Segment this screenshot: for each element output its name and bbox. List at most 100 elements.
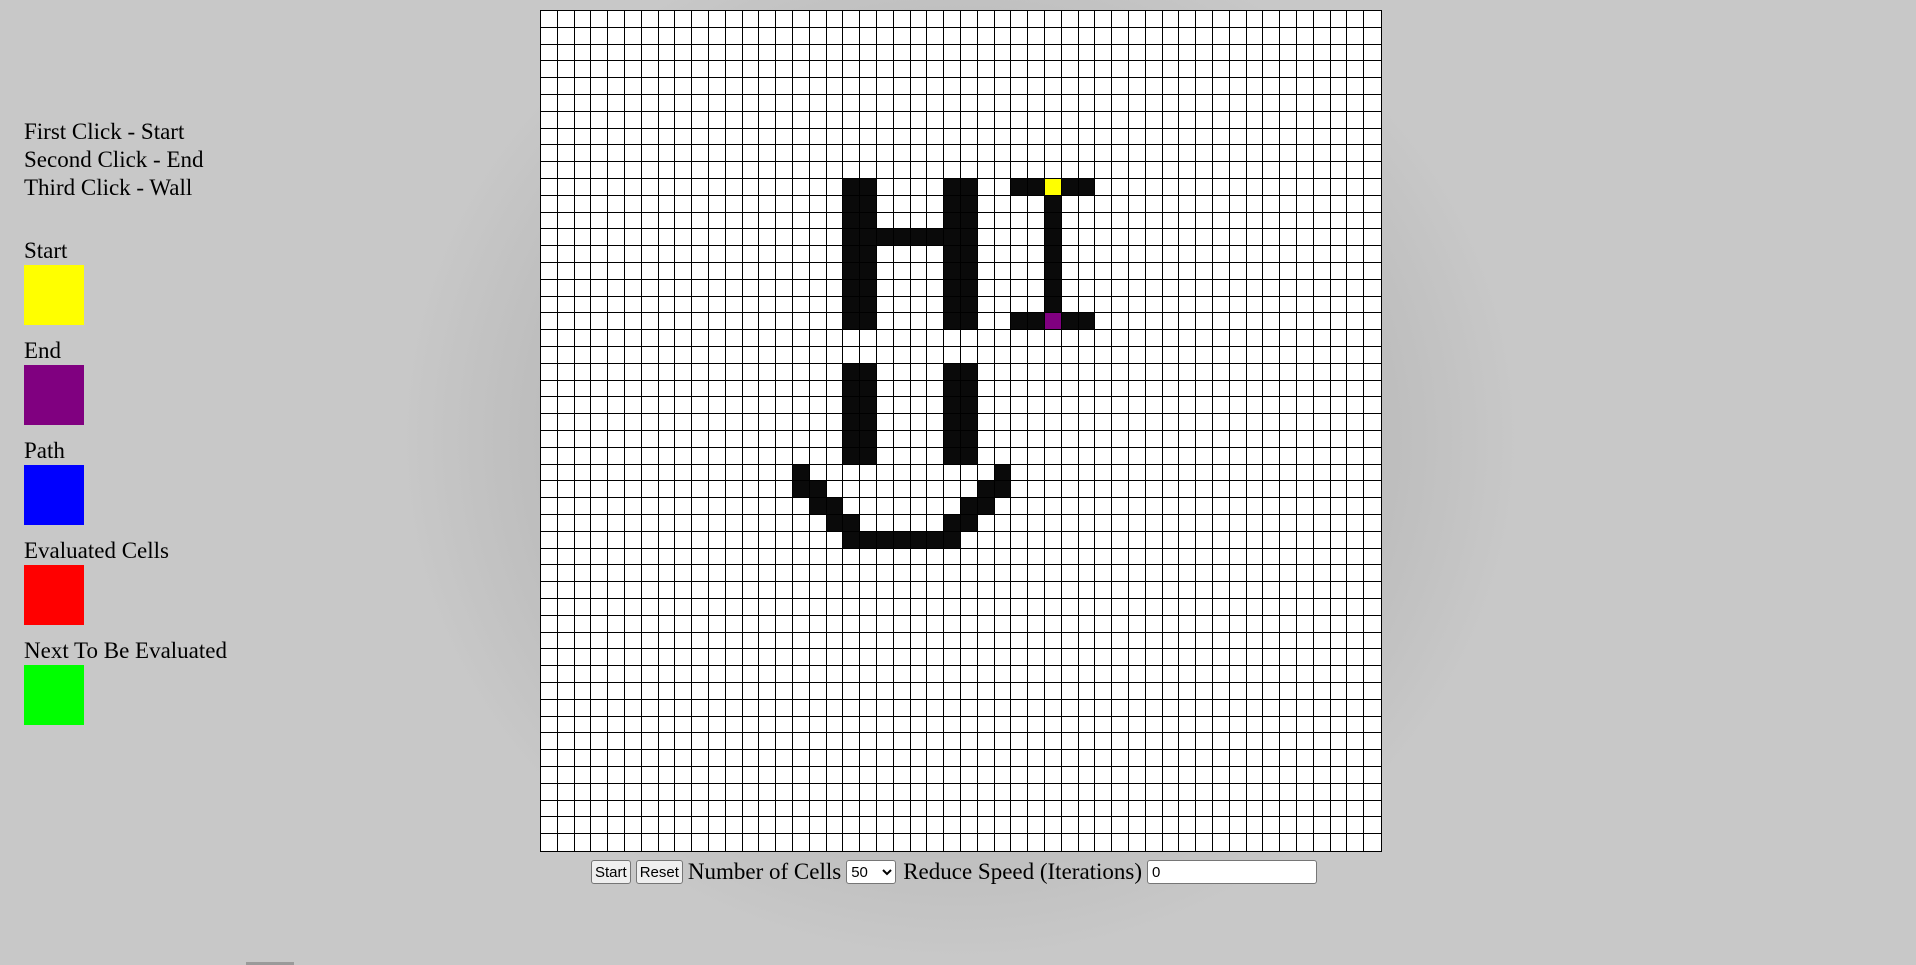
grid-cell[interactable]	[1229, 430, 1247, 448]
grid-cell[interactable]	[1280, 699, 1297, 717]
grid-cell[interactable]	[1280, 128, 1297, 146]
grid-cell[interactable]	[1212, 615, 1230, 633]
grid-cell[interactable]	[809, 632, 827, 650]
grid-cell[interactable]	[1078, 750, 1096, 767]
grid-cell[interactable]	[994, 212, 1012, 230]
grid-cell[interactable]	[1128, 498, 1146, 515]
grid-cell[interactable]	[641, 598, 659, 616]
grid-cell[interactable]	[1128, 447, 1146, 465]
grid-cell[interactable]	[1044, 111, 1062, 129]
grid-cell[interactable]	[960, 666, 978, 683]
grid-cell[interactable]	[1347, 733, 1365, 751]
grid-cell[interactable]	[1280, 27, 1297, 45]
grid-cell[interactable]	[1296, 363, 1314, 381]
grid-cell[interactable]	[742, 246, 760, 263]
grid-cell[interactable]	[742, 565, 760, 583]
grid-cell[interactable]	[708, 212, 726, 230]
grid-cell[interactable]	[860, 346, 877, 364]
grid-cell[interactable]	[1112, 548, 1129, 566]
grid-cell[interactable]	[1229, 582, 1247, 599]
grid-cell[interactable]	[1212, 61, 1230, 79]
grid-cell[interactable]	[876, 44, 894, 62]
grid-cell[interactable]	[776, 279, 793, 297]
grid-cell[interactable]	[624, 78, 642, 95]
grid-cell[interactable]	[624, 61, 642, 79]
grid-cell[interactable]	[1112, 162, 1129, 179]
grid-cell[interactable]	[759, 313, 777, 331]
grid-cell[interactable]	[1263, 615, 1281, 633]
grid-cell[interactable]	[675, 61, 693, 79]
grid-cell[interactable]	[944, 330, 961, 347]
grid-cell[interactable]	[876, 548, 894, 566]
grid-cell[interactable]	[1078, 262, 1096, 280]
grid-cell[interactable]	[809, 296, 827, 314]
grid-cell[interactable]	[1128, 162, 1146, 179]
grid-cell[interactable]	[1196, 733, 1213, 751]
grid-cell[interactable]	[725, 598, 743, 616]
grid-cell[interactable]	[927, 582, 945, 599]
grid-cell[interactable]	[557, 716, 575, 734]
cells-select[interactable]: 50	[846, 860, 897, 884]
grid-cell[interactable]	[1313, 330, 1331, 347]
grid-cell[interactable]	[608, 380, 625, 398]
grid-cell[interactable]	[792, 212, 810, 230]
grid-cell[interactable]	[708, 733, 726, 751]
grid-cell[interactable]	[1078, 699, 1096, 717]
grid-cell[interactable]	[1196, 548, 1213, 566]
grid-cell[interactable]	[893, 682, 911, 700]
grid-cell[interactable]	[557, 565, 575, 583]
grid-cell[interactable]	[1078, 531, 1096, 549]
grid-cell[interactable]	[826, 212, 844, 230]
grid-cell[interactable]	[876, 279, 894, 297]
wall-cell[interactable]	[876, 531, 894, 549]
grid-cell[interactable]	[1229, 380, 1247, 398]
grid-cell[interactable]	[1145, 346, 1163, 364]
grid-cell[interactable]	[1263, 766, 1281, 784]
grid-cell[interactable]	[893, 397, 911, 415]
grid-cell[interactable]	[692, 128, 709, 146]
grid-cell[interactable]	[1028, 766, 1045, 784]
grid-cell[interactable]	[1330, 649, 1348, 667]
grid-cell[interactable]	[1229, 531, 1247, 549]
wall-cell[interactable]	[1044, 229, 1062, 247]
grid-cell[interactable]	[742, 582, 760, 599]
grid-cell[interactable]	[1044, 716, 1062, 734]
grid-cell[interactable]	[742, 430, 760, 448]
grid-cell[interactable]	[557, 61, 575, 79]
grid-cell[interactable]	[843, 111, 861, 129]
grid-cell[interactable]	[1128, 94, 1146, 112]
grid-cell[interactable]	[759, 397, 777, 415]
grid-cell[interactable]	[1313, 716, 1331, 734]
grid-cell[interactable]	[893, 548, 911, 566]
grid-cell[interactable]	[1196, 565, 1213, 583]
grid-cell[interactable]	[1280, 414, 1297, 431]
grid-cell[interactable]	[759, 716, 777, 734]
grid-cell[interactable]	[1162, 582, 1180, 599]
grid-cell[interactable]	[1162, 817, 1180, 835]
grid-cell[interactable]	[1330, 313, 1348, 331]
grid-cell[interactable]	[1229, 162, 1247, 179]
grid-cell[interactable]	[1263, 363, 1281, 381]
grid-cell[interactable]	[1229, 766, 1247, 784]
grid-cell[interactable]	[1078, 716, 1096, 734]
grid-cell[interactable]	[1280, 162, 1297, 179]
grid-cell[interactable]	[1112, 229, 1129, 247]
grid-cell[interactable]	[1296, 178, 1314, 196]
grid-cell[interactable]	[1246, 649, 1264, 667]
grid-cell[interactable]	[1061, 330, 1079, 347]
grid-cell[interactable]	[1112, 145, 1129, 163]
grid-cell[interactable]	[776, 766, 793, 784]
grid-cell[interactable]	[1112, 582, 1129, 599]
grid-cell[interactable]	[994, 262, 1012, 280]
grid-cell[interactable]	[675, 615, 693, 633]
grid-cell[interactable]	[1330, 582, 1348, 599]
grid-cell[interactable]	[1061, 481, 1079, 499]
grid-cell[interactable]	[1011, 498, 1029, 515]
grid-cell[interactable]	[1330, 44, 1348, 62]
grid-cell[interactable]	[944, 27, 961, 45]
grid-cell[interactable]	[608, 44, 625, 62]
grid-cell[interactable]	[1263, 834, 1281, 851]
grid-cell[interactable]	[792, 514, 810, 532]
grid-cell[interactable]	[557, 464, 575, 482]
grid-cell[interactable]	[1162, 834, 1180, 851]
